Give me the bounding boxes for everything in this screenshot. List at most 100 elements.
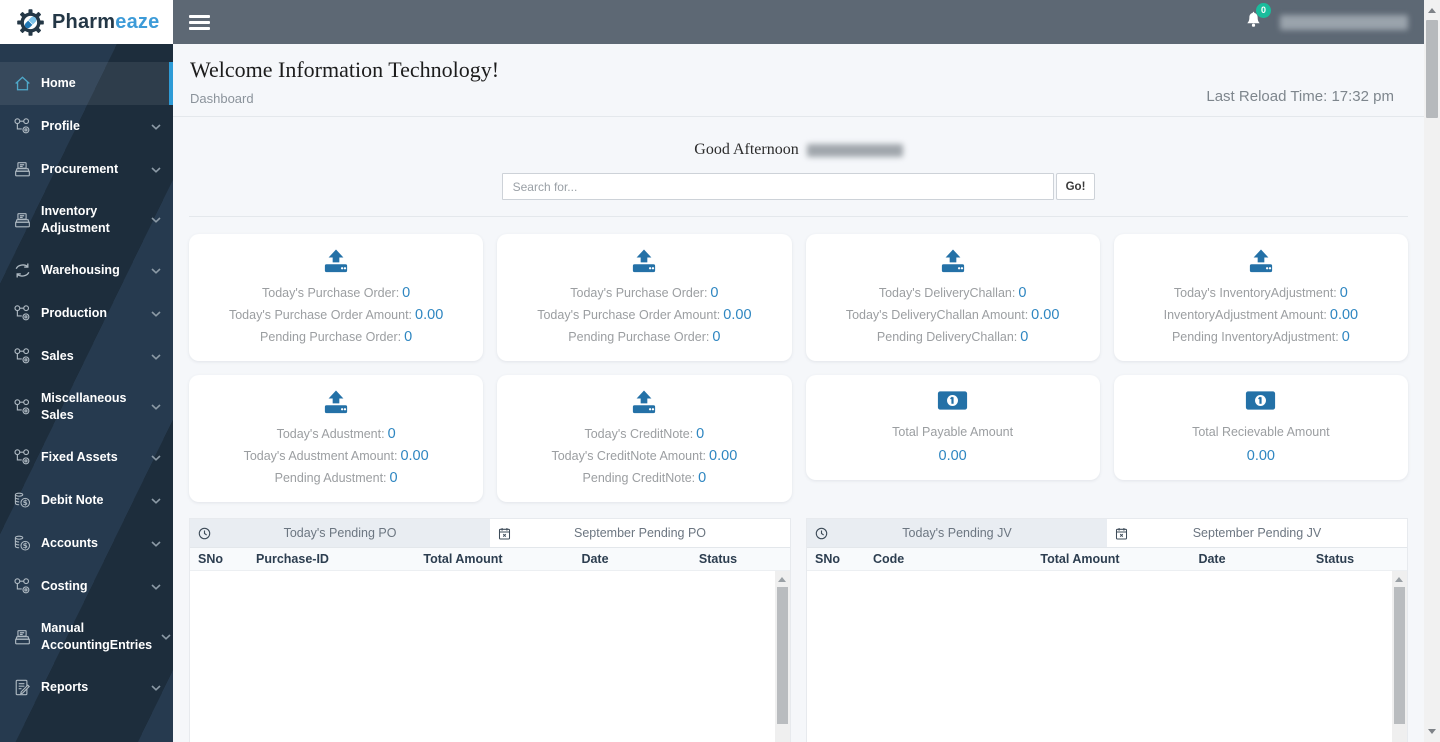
sidebar-item-sales[interactable]: Sales <box>0 335 173 378</box>
calendar-icon <box>1115 527 1128 540</box>
search-input[interactable] <box>501 173 1054 200</box>
app-logo[interactable]: Pharmeaze <box>0 0 173 44</box>
tab-todays-pending-jv[interactable]: Today's Pending JV <box>807 519 1107 547</box>
chevron-down-icon <box>151 684 161 691</box>
search-go-button[interactable]: Go! <box>1055 173 1096 200</box>
sidebar-item-label: Miscellaneous Sales <box>41 391 127 422</box>
register-icon <box>13 628 32 647</box>
user-name-redacted <box>806 143 903 157</box>
scrollbar-thumb[interactable] <box>1394 587 1405 724</box>
po-table-body <box>190 571 790 742</box>
po-table-header: SNo Purchase-ID Total Amount Date Status <box>190 548 790 571</box>
menu-toggle-button[interactable] <box>189 12 210 33</box>
greeting-text: Good Afternoon <box>694 141 799 158</box>
chevron-down-icon <box>151 353 161 360</box>
workflow-icon <box>13 304 32 323</box>
tab-september-pending-po[interactable]: September Pending PO <box>490 519 790 547</box>
sidebar-item-label: Costing <box>41 579 88 593</box>
sidebar-item-production[interactable]: Production <box>0 292 173 335</box>
register-icon <box>13 160 32 179</box>
stat-card-purchase-order: Today's Purchase Order: 0 Today's Purchas… <box>189 234 484 361</box>
sidebar-item-label: Inventory Adjustment <box>41 204 110 235</box>
register-icon <box>13 211 32 230</box>
chevron-down-icon <box>161 634 171 640</box>
sidebar-item-label: Warehousing <box>41 263 120 277</box>
sidebar-item-miscellaneous-sales[interactable]: Miscellaneous Sales <box>0 378 173 436</box>
upload-icon <box>321 249 351 274</box>
chevron-down-icon <box>151 217 161 223</box>
scroll-down-arrow-icon[interactable] <box>1428 729 1436 734</box>
chevron-down-icon <box>151 267 161 274</box>
pending-jv-panel: Today's Pending JV September Pending JV … <box>806 518 1408 742</box>
scroll-up-arrow-icon[interactable] <box>778 577 786 582</box>
sidebar-item-costing[interactable]: Costing <box>0 565 173 608</box>
stat-card-adjustment: Today's Adustment: 0 Today's Adustment Am… <box>189 375 484 502</box>
scroll-up-arrow-icon[interactable] <box>1395 577 1403 582</box>
workflow-icon <box>13 448 32 467</box>
sidebar-item-reports[interactable]: Reports <box>0 666 173 709</box>
coins-icon: $ <box>13 534 32 553</box>
user-menu-redacted[interactable] <box>1280 14 1408 30</box>
money-icon <box>937 390 968 411</box>
sidebar-item-label: Home <box>41 76 76 90</box>
money-icon <box>1245 390 1276 411</box>
upload-icon <box>629 390 659 415</box>
sidebar-item-label: Profile <box>41 119 80 133</box>
stat-card-total-payable: Total Payable Amount 0.00 <box>805 375 1100 480</box>
scroll-up-arrow-icon[interactable] <box>1428 8 1436 13</box>
chevron-down-icon <box>151 123 161 130</box>
upload-icon <box>1246 249 1276 274</box>
sidebar-item-fixed-assets[interactable]: Fixed Assets <box>0 436 173 479</box>
stat-card-delivery-challan: Today's DeliveryChallan: 0 Today's Delive… <box>805 234 1100 361</box>
jv-table-body <box>807 571 1407 742</box>
sidebar-item-accounts[interactable]: $ Accounts <box>0 522 173 565</box>
clock-icon <box>815 527 828 540</box>
greeting: Good Afternoon <box>173 141 1424 159</box>
stat-cards-row-2: Today's Adustment: 0 Today's Adustment Am… <box>173 361 1424 502</box>
sidebar-item-home[interactable]: Home <box>0 62 173 105</box>
sidebar-item-manual-accounting-entries[interactable]: Manual AccountingEntries <box>0 608 173 666</box>
notifications-button[interactable]: 0 <box>1245 2 1271 34</box>
chevron-down-icon <box>151 497 161 504</box>
chevron-down-icon <box>151 404 161 410</box>
sidebar: Pharmeaze Home Profile Procurement Inven… <box>0 0 173 742</box>
po-table-scrollbar[interactable] <box>775 571 790 742</box>
jv-table-scrollbar[interactable] <box>1392 571 1407 742</box>
gear-pill-logo-icon <box>16 8 45 37</box>
sidebar-item-label: Production <box>41 306 107 320</box>
sidebar-item-profile[interactable]: Profile <box>0 105 173 148</box>
scrollbar-thumb[interactable] <box>777 587 788 724</box>
workflow-icon <box>13 577 32 596</box>
page-title: Welcome Information Technology! <box>190 57 500 82</box>
search-bar: Go! <box>173 173 1424 200</box>
clock-icon <box>198 527 211 540</box>
sidebar-nav: Home Profile Procurement Inventory Adjus… <box>0 44 173 742</box>
jv-table-header: SNo Code Total Amount Date Status <box>807 548 1407 571</box>
stat-cards-row-1: Today's Purchase Order: 0 Today's Purchas… <box>173 217 1424 361</box>
sidebar-item-label: Accounts <box>41 536 98 550</box>
upload-icon <box>321 390 351 415</box>
chevron-down-icon <box>151 583 161 590</box>
stat-card-credit-note: Today's CreditNote: 0 Today's CreditNote … <box>497 375 792 502</box>
tab-todays-pending-po[interactable]: Today's Pending PO <box>190 519 490 547</box>
sidebar-item-label: Sales <box>41 349 74 363</box>
welcome-bar: Welcome Information Technology! Dashboar… <box>173 44 1424 117</box>
pending-po-panel: Today's Pending PO September Pending PO … <box>189 518 791 742</box>
last-reload-time: Last Reload Time: 17:32 pm <box>1206 88 1394 105</box>
chevron-down-icon <box>151 454 161 461</box>
sidebar-item-procurement[interactable]: Procurement <box>0 148 173 191</box>
coins-icon: $ <box>13 491 32 510</box>
chevron-down-icon <box>151 540 161 547</box>
sidebar-item-debit-note[interactable]: $ Debit Note <box>0 479 173 522</box>
svg-text:$: $ <box>23 541 28 550</box>
tables-section: Today's Pending PO September Pending PO … <box>173 502 1424 742</box>
page-scrollbar[interactable] <box>1424 0 1440 742</box>
sync-icon <box>13 261 32 280</box>
sidebar-item-inventory-adjustment[interactable]: Inventory Adjustment <box>0 191 173 249</box>
tab-september-pending-jv[interactable]: September Pending JV <box>1107 519 1407 547</box>
upload-icon <box>629 249 659 274</box>
main-content: Welcome Information Technology! Dashboar… <box>173 44 1424 742</box>
house-icon <box>13 74 32 93</box>
scrollbar-thumb[interactable] <box>1426 20 1438 118</box>
sidebar-item-warehousing[interactable]: Warehousing <box>0 249 173 292</box>
